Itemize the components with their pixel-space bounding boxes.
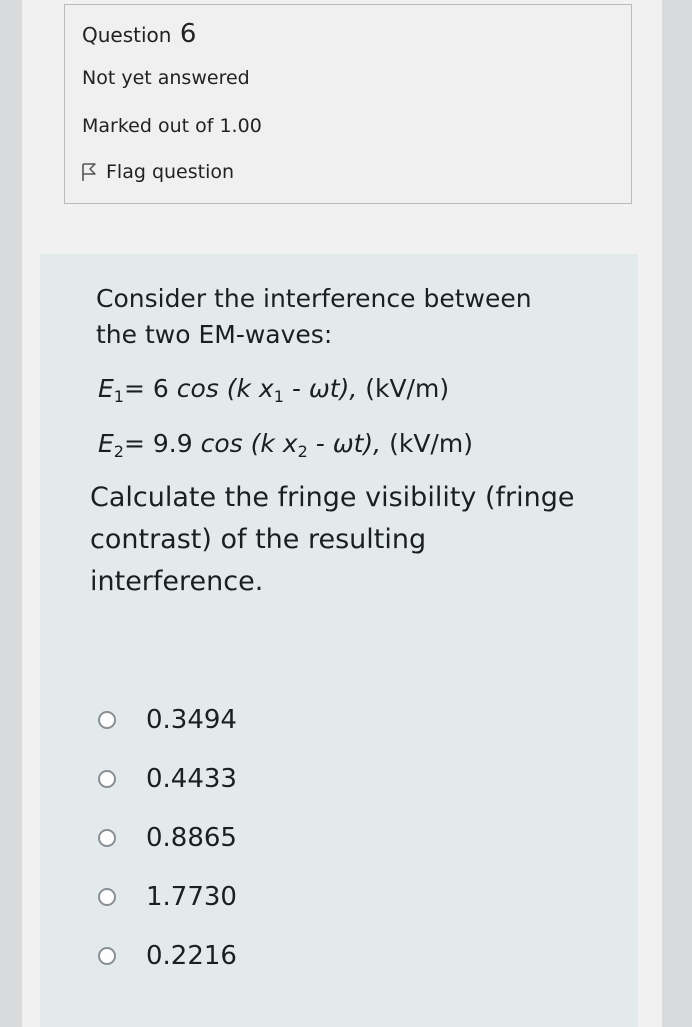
answer-option[interactable]: 1.7730 bbox=[98, 879, 318, 915]
flag-question-label: Flag question bbox=[106, 161, 235, 183]
question-text-line: interference. bbox=[90, 566, 264, 597]
question-text-line: the two EM-waves: bbox=[96, 320, 333, 349]
question-content: Consider the interference between the tw… bbox=[40, 254, 638, 1027]
question-info: Question 6 Not yet answered Marked out o… bbox=[64, 4, 632, 204]
radio-button[interactable] bbox=[98, 888, 116, 906]
question-text-line: Consider the interference between bbox=[96, 284, 532, 313]
question-label: Question bbox=[82, 23, 172, 47]
answer-option-label: 0.2216 bbox=[146, 941, 237, 971]
answer-option[interactable]: 0.3494 bbox=[98, 702, 318, 738]
question-text-line: Calculate the fringe visibility (fringe bbox=[90, 482, 575, 513]
answer-option-label: 0.4433 bbox=[146, 764, 237, 794]
flag-icon bbox=[80, 161, 98, 183]
question-number: 6 bbox=[179, 19, 197, 49]
equation-e1: E1= 6 cos (k x1 - ωt), (kV/m) bbox=[98, 374, 450, 406]
radio-button[interactable] bbox=[98, 770, 116, 788]
answer-option-label: 0.3494 bbox=[146, 705, 237, 735]
answer-option-label: 0.8865 bbox=[146, 823, 237, 853]
flag-question-link[interactable]: Flag question bbox=[80, 161, 234, 183]
radio-button[interactable] bbox=[98, 947, 116, 965]
question-text-line: contrast) of the resulting bbox=[90, 524, 427, 555]
answer-option[interactable]: 0.8865 bbox=[98, 820, 318, 856]
radio-button[interactable] bbox=[98, 829, 116, 847]
equation-e2: E2= 9.9 cos (k x2 - ωt), (kV/m) bbox=[98, 429, 473, 461]
answer-option-label: 1.7730 bbox=[146, 882, 237, 912]
answer-option[interactable]: 0.4433 bbox=[98, 761, 318, 797]
answer-option[interactable]: 0.2216 bbox=[98, 938, 318, 974]
radio-button[interactable] bbox=[98, 711, 116, 729]
question-grade: Marked out of 1.00 bbox=[82, 115, 262, 137]
question-state: Not yet answered bbox=[82, 67, 250, 89]
question-title: Question 6 bbox=[82, 19, 196, 49]
